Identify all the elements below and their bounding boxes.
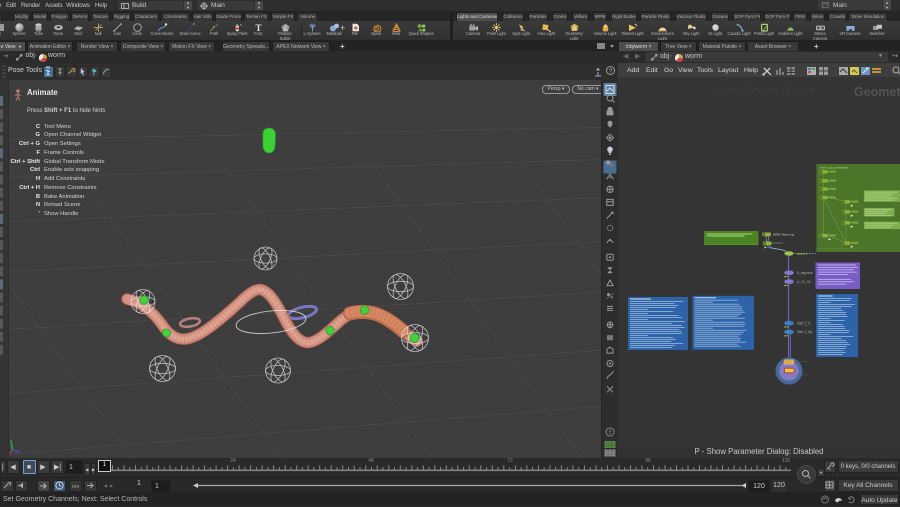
svg-text:worm_rig_components: worm_rig_components <box>820 166 849 170</box>
svg-text:worm1: worm1 <box>797 252 807 256</box>
svg-text:A_legsnow: A_legsnow <box>797 271 813 275</box>
svg-text:(L_01_00: (L_01_00 <box>797 280 811 284</box>
svg-text:APEX Worm rig: APEX Worm rig <box>773 233 794 237</box>
